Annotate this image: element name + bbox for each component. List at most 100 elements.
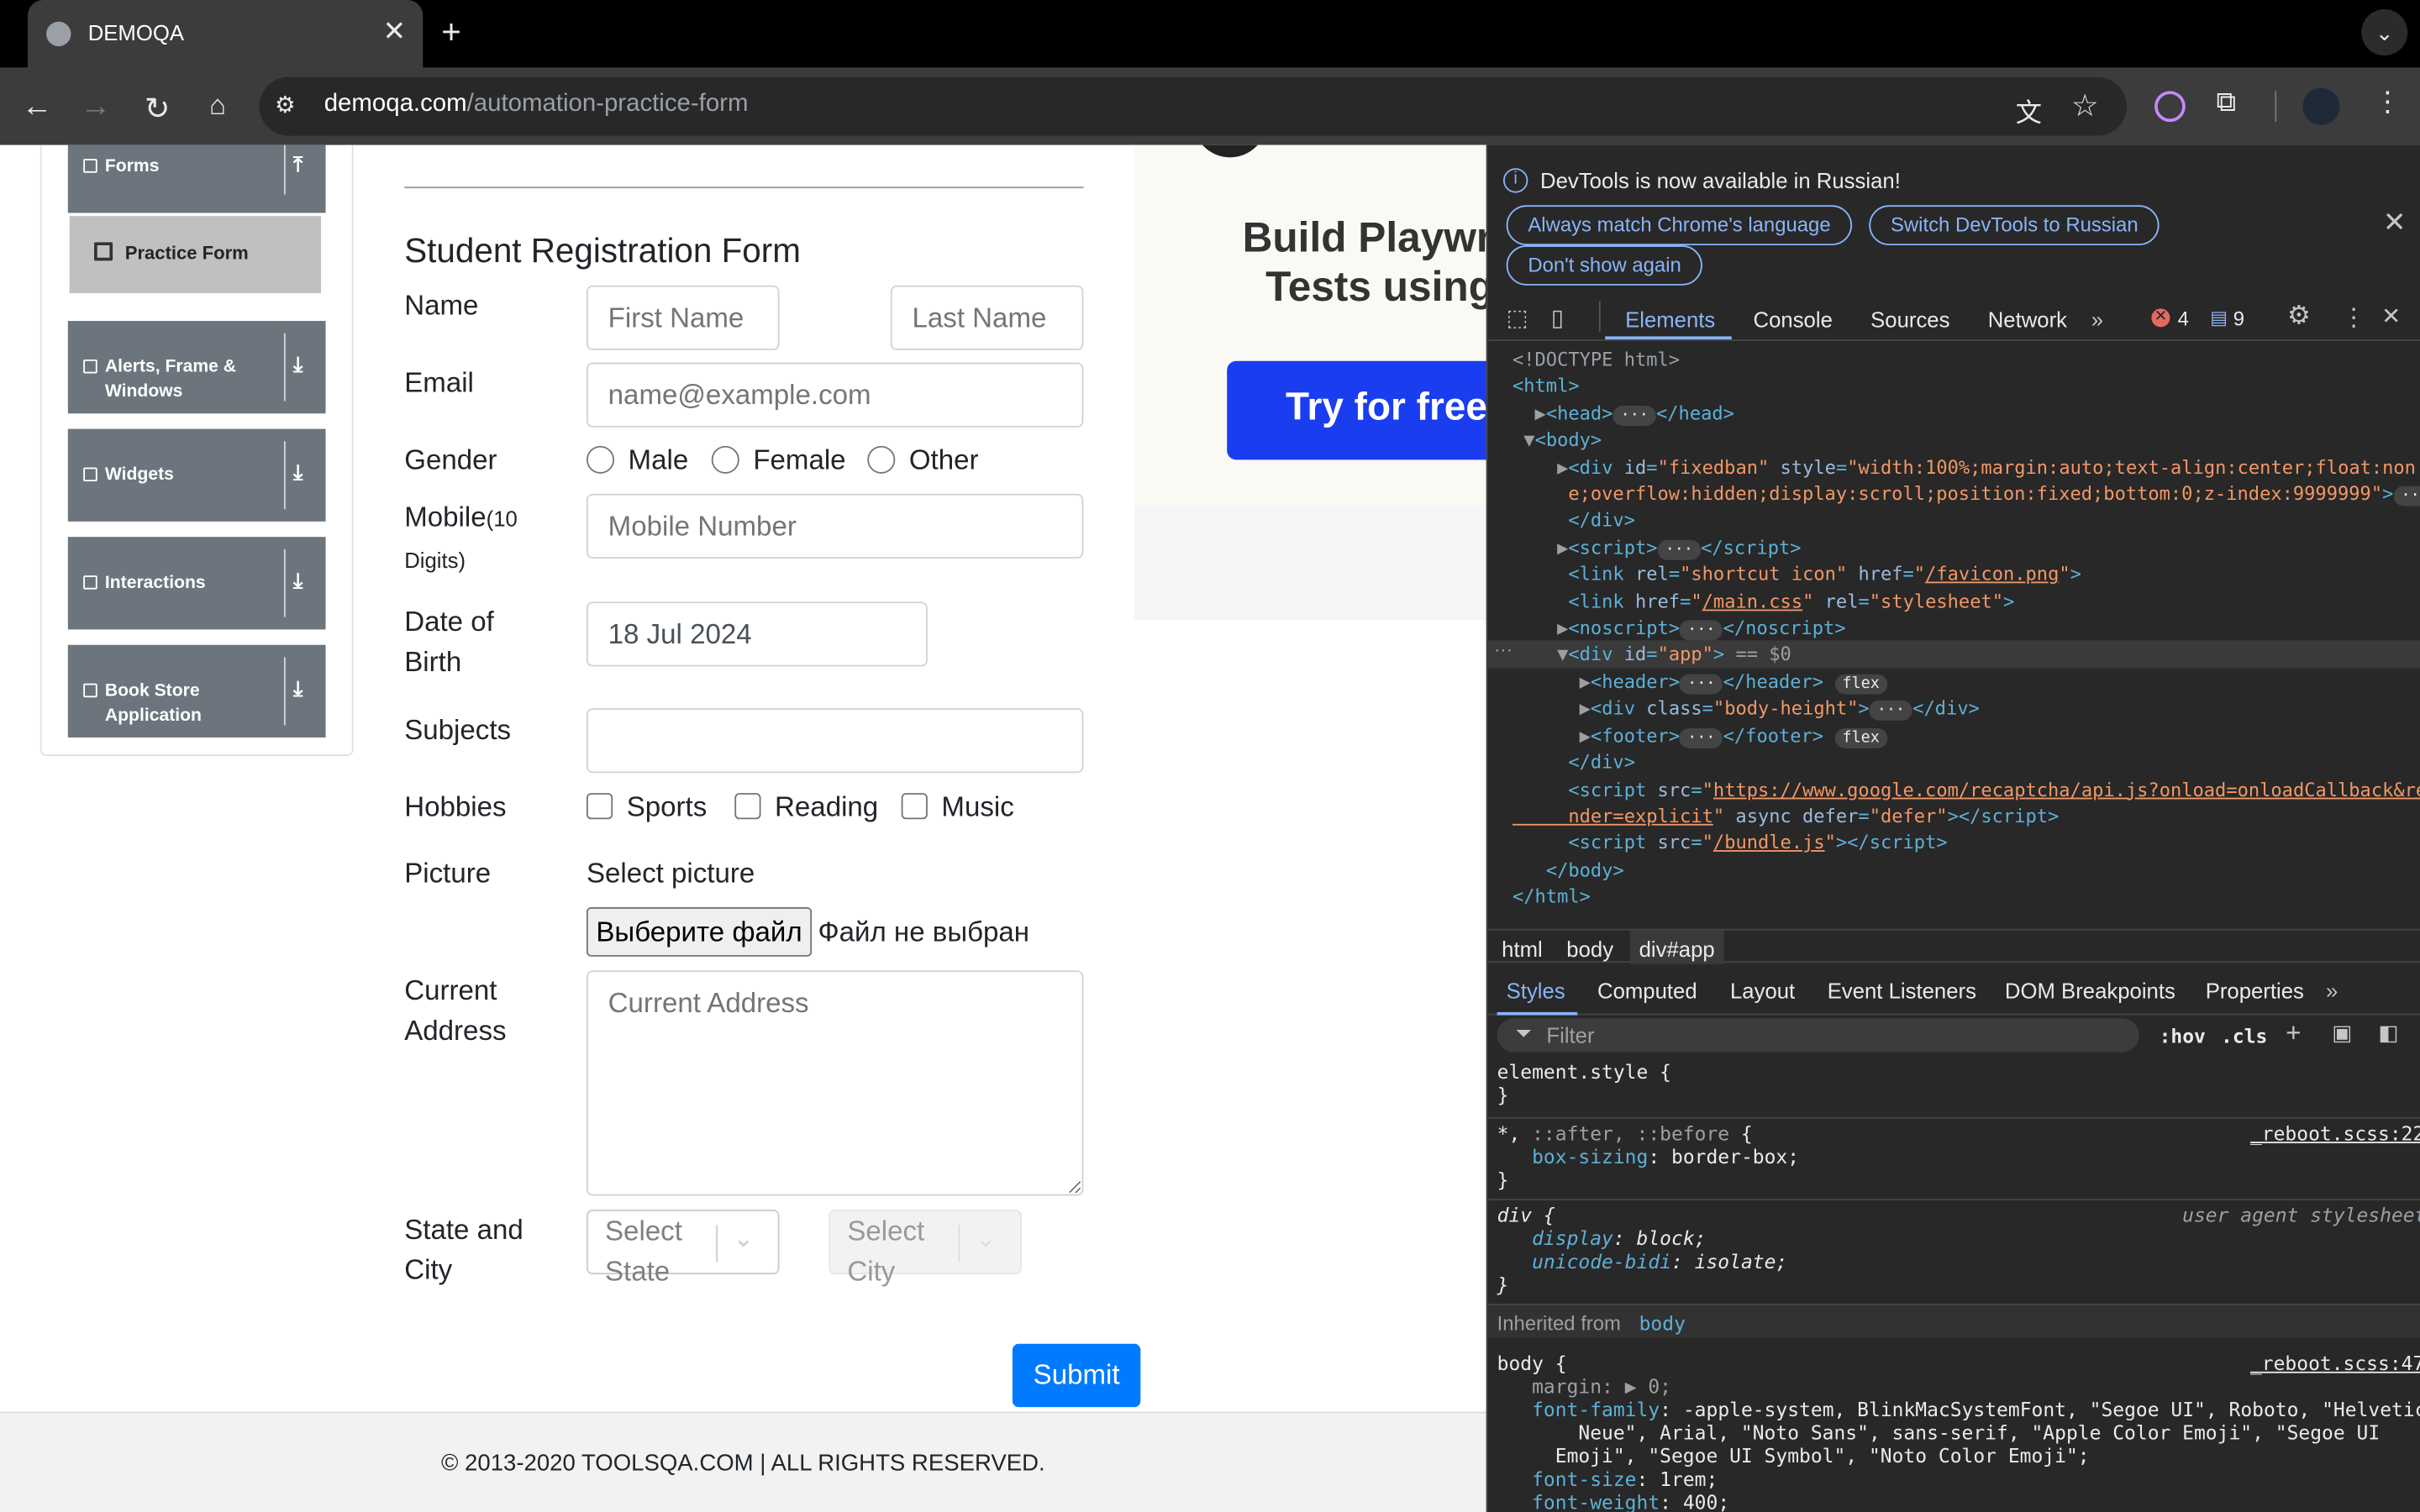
hobby-option-label[interactable]: Sports: [627, 791, 708, 824]
subjects-input[interactable]: [586, 708, 1084, 774]
globe-icon: [46, 21, 71, 47]
forward-icon[interactable]: →: [77, 90, 114, 125]
stylesheet-link[interactable]: _reboot.scss:22: [2250, 1121, 2420, 1145]
message-icon[interactable]: ▤: [2210, 307, 2228, 329]
tab-styles[interactable]: Styles: [1507, 978, 1565, 1002]
gender-option-label[interactable]: Other: [909, 444, 979, 477]
style-rule[interactable]: body { margin: ▶ 0; font-family: -apple-…: [1497, 1352, 2420, 1512]
expand-icon[interactable]: ⤓: [293, 568, 302, 594]
first-name-input[interactable]: [586, 285, 780, 350]
inherited-header: Inherited from body: [1487, 1304, 2420, 1338]
web-page: Forms ⤒ Practice Form Alerts, Frame & Wi…: [0, 144, 1486, 1512]
class-toggle[interactable]: .cls: [2221, 1025, 2267, 1048]
sidebar-item-forms[interactable]: Forms ⤒: [67, 144, 326, 213]
gender-option-label[interactable]: Male: [629, 444, 689, 477]
breadcrumb-item[interactable]: html: [1502, 937, 1543, 961]
profile-avatar[interactable]: [2302, 87, 2340, 125]
message-count[interactable]: 9: [2233, 307, 2244, 331]
style-rule[interactable]: *, ::after, ::before { box-sizing: borde…: [1497, 1121, 1799, 1191]
home-icon[interactable]: ⌂: [199, 90, 236, 123]
inherited-body-link[interactable]: body: [1639, 1311, 1686, 1335]
dom-tree[interactable]: <!DOCTYPE html> <html> ▶<head> ··· </head>…: [1512, 347, 2420, 911]
always-match-language-button[interactable]: Always match Chrome's language: [1506, 205, 1853, 246]
email-input[interactable]: [586, 362, 1084, 428]
url-text[interactable]: demoqa.com/automation-practice-form: [324, 91, 749, 118]
inspect-element-icon[interactable]: ⬚: [1507, 304, 1528, 332]
hover-state-toggle[interactable]: :hov: [2160, 1025, 2206, 1048]
browser-tab[interactable]: DEMOQA ✕: [28, 0, 424, 68]
tab-sources[interactable]: Sources: [1870, 307, 1949, 332]
site-info-icon[interactable]: ⚙: [275, 91, 306, 122]
tab-network[interactable]: Network: [1988, 307, 2067, 332]
ad-banner[interactable]: Build Playwr Tests using Try for free: [1134, 144, 1486, 621]
stylesheet-link[interactable]: _reboot.scss:47: [2250, 1352, 2420, 1375]
sidebar-item-widgets[interactable]: Widgets ⤓: [67, 428, 326, 522]
mobile-input[interactable]: [586, 493, 1084, 559]
new-tab-icon[interactable]: +: [441, 13, 461, 53]
tab-search-icon[interactable]: ⌄: [2361, 9, 2408, 56]
more-tabs-icon[interactable]: »: [2091, 307, 2103, 332]
state-select[interactable]: Select State ⌄: [586, 1210, 780, 1287]
last-name-input[interactable]: [890, 285, 1084, 350]
tab-properties[interactable]: Properties: [2206, 978, 2304, 1002]
hobby-option-label[interactable]: Reading: [775, 791, 878, 824]
extensions-puzzle-icon[interactable]: ⧉: [2217, 87, 2237, 119]
error-icon[interactable]: ✕: [2151, 308, 2170, 328]
gender-male-radio[interactable]: [586, 445, 615, 474]
close-devtools-icon[interactable]: ✕: [2381, 302, 2401, 330]
current-address-textarea[interactable]: [586, 970, 1084, 1196]
back-icon[interactable]: ←: [18, 90, 55, 125]
tab-dom-breakpoints[interactable]: DOM Breakpoints: [2005, 978, 2175, 1002]
breadcrumb-item-active[interactable]: div#app: [1629, 930, 1724, 964]
sidebar-item-practice-form[interactable]: Practice Form: [69, 216, 322, 293]
hobby-sports-checkbox[interactable]: [586, 793, 613, 820]
hobby-option-label[interactable]: Music: [941, 791, 1013, 824]
style-rule[interactable]: div { display: block; unicode-bidi: isol…: [1497, 1204, 1788, 1296]
sidebar-toggle-icon[interactable]: ◧: [2378, 1020, 2398, 1046]
close-tab-icon[interactable]: ✕: [383, 15, 407, 48]
hobby-reading-checkbox[interactable]: [734, 793, 761, 820]
devtools-menu-icon[interactable]: ⋮: [2341, 302, 2365, 333]
error-count[interactable]: 4: [2178, 307, 2189, 331]
dob-input[interactable]: 18 Jul 2024: [586, 601, 928, 667]
more-tabs-icon[interactable]: »: [2326, 978, 2338, 1002]
expand-icon[interactable]: ⤓: [293, 459, 302, 486]
hobby-music-checkbox[interactable]: [901, 793, 928, 820]
bookmark-star-icon[interactable]: ☆: [2071, 87, 2099, 125]
switch-to-russian-button[interactable]: Switch DevTools to Russian: [1869, 205, 2160, 246]
paint-icon[interactable]: ▣: [2332, 1020, 2352, 1046]
close-infobar-icon[interactable]: ✕: [2383, 207, 2407, 239]
collapse-icon[interactable]: ⤒: [293, 151, 302, 177]
tab-computed[interactable]: Computed: [1597, 978, 1697, 1002]
breadcrumb-item[interactable]: body: [1566, 937, 1613, 961]
sidebar-item-interactions[interactable]: Interactions ⤓: [67, 537, 326, 630]
sidebar-item-alerts[interactable]: Alerts, Frame & Windows ⤓: [67, 321, 326, 414]
reload-icon[interactable]: ↻: [139, 90, 176, 129]
new-rule-icon[interactable]: +: [2286, 1018, 2301, 1049]
gender-female-radio[interactable]: [711, 445, 739, 474]
gender-other-radio[interactable]: [867, 445, 896, 474]
address-bar[interactable]: ⚙ demoqa.com/automation-practice-form 文 …: [259, 76, 2128, 136]
tab-console[interactable]: Console: [1754, 307, 1833, 332]
tab-elements[interactable]: Elements: [1625, 307, 1715, 332]
submit-button[interactable]: Submit: [1012, 1343, 1141, 1408]
menu-kebab-icon[interactable]: ⋮: [2374, 87, 2402, 119]
extension-icon[interactable]: [2154, 91, 2186, 123]
settings-gear-icon[interactable]: ⚙: [2287, 301, 2311, 332]
styles-filter[interactable]: ⏷ Filter: [1497, 1018, 2139, 1053]
translate-icon[interactable]: 文: [2016, 91, 2042, 129]
expand-icon[interactable]: ⤓: [293, 675, 302, 701]
node-actions-icon[interactable]: ···: [1494, 638, 1512, 660]
ad-cta-button[interactable]: Try for free: [1227, 360, 1486, 460]
tab-layout[interactable]: Layout: [1730, 978, 1795, 1002]
sidebar-item-book-store[interactable]: Book Store Application ⤓: [67, 644, 326, 738]
tab-event-listeners[interactable]: Event Listeners: [1828, 978, 1976, 1002]
user-agent-stylesheet-label: user agent stylesheet: [2182, 1203, 2420, 1227]
city-select[interactable]: Select City ⌄: [829, 1210, 1022, 1287]
style-rule[interactable]: element.style { }: [1497, 1060, 1671, 1106]
gender-option-label[interactable]: Female: [753, 444, 845, 477]
dont-show-again-button[interactable]: Don't show again: [1506, 245, 1703, 286]
expand-icon[interactable]: ⤓: [293, 352, 302, 378]
choose-file-button[interactable]: Выберите файл: [586, 907, 813, 957]
device-toolbar-icon[interactable]: ▯: [1551, 304, 1564, 332]
